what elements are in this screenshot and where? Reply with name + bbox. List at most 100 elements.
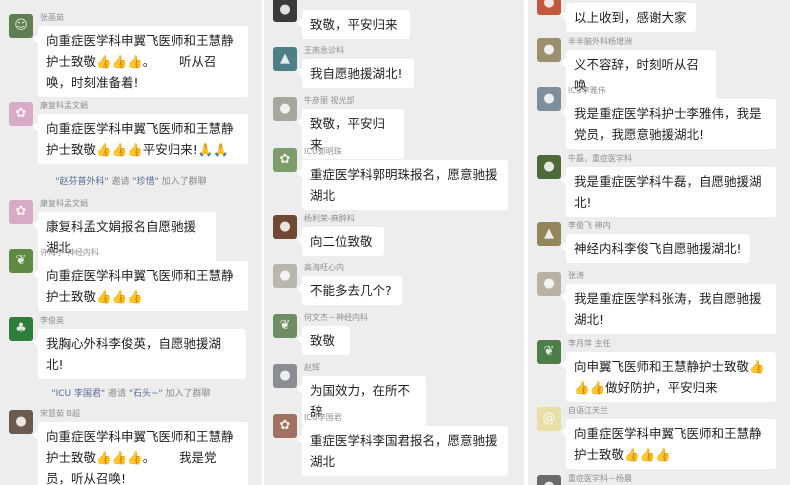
avatar[interactable]: ▲ (273, 47, 297, 71)
message-text: 向重症医学科申翼飞医师和王慧静 护士致敬👍👍👍 (574, 426, 762, 462)
avatar[interactable]: ● (273, 97, 297, 121)
avatar[interactable]: ♣ (9, 317, 33, 341)
avatar[interactable]: ● (273, 264, 297, 288)
sender-name: 自语江天兰 (568, 406, 608, 415)
flower-icon: ✿ (15, 204, 27, 219)
person-icon: ● (15, 414, 27, 429)
message-text: 向申翼飞医师和王慧静护士致敬👍 👍👍做好防护，平安归来 (574, 359, 765, 395)
message-bubble[interactable]: 致敬 (297, 326, 350, 355)
avatar[interactable]: ● (537, 475, 561, 485)
sender-name: ICU李雅伟 (568, 86, 606, 95)
avatar[interactable]: ✿ (273, 414, 297, 438)
sender-name: 重症医学科－杨晨 (568, 474, 632, 483)
sender-name: 许海宁-神经内科 (40, 248, 99, 257)
message-bubble[interactable]: 向重症医学科申翼飞医师和王慧静 护士致敬👍👍👍。 听从召 唤，时刻准备着! (33, 26, 248, 97)
avatar[interactable]: ❦ (273, 314, 297, 338)
message-bubble[interactable]: 我是重症医学科张涛，我自愿驰援 湖北! (561, 284, 776, 334)
avatar[interactable]: ● (273, 215, 297, 239)
chat-screenshot-middle[interactable]: ● 致敬，平安归来 ▲ 王燕急诊科 我自愿驰援湖北! ● 牛彦丽 视光部 致敬，平安归来 ✿ IC… (264, 0, 524, 485)
avatar[interactable]: ● (537, 87, 561, 111)
sender-name: 高海旺心内 (304, 263, 344, 272)
flower-icon: ✿ (279, 418, 291, 433)
message-bubble[interactable]: 致敬，平安归来 (297, 10, 410, 39)
avatar[interactable]: ● (273, 0, 297, 22)
sender-name: 王燕急诊科 (304, 46, 344, 55)
flower-icon: ✿ (15, 106, 27, 121)
avatar[interactable]: ● (537, 155, 561, 179)
avatar[interactable]: ● (537, 0, 561, 15)
system-notice-name[interactable]: "珍惜" (132, 177, 158, 187)
system-notice-action: 加入了群聊 (162, 389, 211, 399)
avatar[interactable]: ▲ (537, 222, 561, 246)
message-bubble[interactable]: 向二位致敬 (297, 227, 384, 256)
message-bubble[interactable]: 向重症医学科申翼飞医师和王慧静 护士致敬👍👍👍。 我是党 员，听从召唤! (33, 422, 248, 485)
avatar[interactable]: ☺ (9, 14, 33, 38)
person-icon: ● (279, 2, 291, 17)
sender-name: 何文杰－神经内科 (304, 313, 368, 322)
message-bubble[interactable]: 以上收到，感谢大家 (561, 3, 696, 32)
system-notice-name[interactable]: "ICU 李国君" (51, 389, 105, 399)
avatar[interactable]: ❦ (9, 249, 33, 273)
sender-name: 康复科孟文娟 (40, 199, 88, 208)
avatar[interactable]: ✿ (9, 102, 33, 126)
system-notice-action: 邀请 (105, 389, 129, 399)
sender-name: 宋慧茹 B超 (40, 409, 81, 418)
sender-name: 张菡茹 (40, 13, 64, 22)
message-bubble[interactable]: 我胸心外科李俊英，自愿驰援湖 北! (33, 329, 246, 379)
message-text: 不能多去几个? (310, 283, 392, 298)
person-icon: ● (543, 276, 555, 291)
system-notice-name[interactable]: "石头~" (129, 389, 163, 399)
person-icon: ● (543, 0, 555, 10)
message-bubble[interactable]: 向申翼飞医师和王慧静护士致敬👍 👍👍做好防护，平安归来 (561, 352, 776, 402)
leaf-icon: ❦ (279, 318, 291, 333)
message-bubble[interactable]: 向重症医学科申翼飞医师和王慧静 护士致敬👍👍👍平安归来!🙏🙏 (33, 114, 248, 164)
message-text: 我自愿驰援湖北! (310, 66, 403, 81)
sender-name: 半半脑外科杨增洲 (568, 37, 632, 46)
avatar[interactable]: ✿ (273, 148, 297, 172)
flower-icon: ✿ (279, 152, 291, 167)
message-text: 神经内科李俊飞自愿驰援湖北! (574, 241, 742, 256)
avatar[interactable]: ● (9, 410, 33, 434)
message-bubble[interactable]: 神经内科李俊飞自愿驰援湖北! (561, 234, 750, 263)
message-bubble[interactable]: 向重症医学科申翼飞医师和王慧静 护士致敬👍👍👍 (561, 419, 776, 469)
message-text: 向重症医学科申翼飞医师和王慧静 护士致敬👍👍👍平安归来!🙏🙏 (46, 121, 234, 157)
message-text: 重症医学科李国君报名，愿意驰援 湖北 (310, 433, 498, 469)
sender-name: 牛磊，重症医学科 (568, 154, 632, 163)
sender-name: 李俊英 (40, 316, 64, 325)
system-notice-text: "赵芬普外科" 邀请 "珍惜" 加入了群聊 (0, 174, 262, 187)
chat-screenshot-left[interactable]: ☺ 张菡茹向重症医学科申翼飞医师和王慧静 护士致敬👍👍👍。 听从召 唤，时刻准备着… (0, 0, 262, 485)
system-notice-action: 加入了群聊 (158, 177, 207, 187)
avatar[interactable]: ● (537, 272, 561, 296)
message-bubble[interactable]: 重症医学科李国君报名，愿意驰援 湖北 (297, 426, 508, 476)
leaf-icon: ❦ (15, 253, 27, 268)
message-text: 致敬，平安归来 (310, 17, 398, 32)
message-text: 向重症医学科申翼飞医师和王慧静 护士致敬👍👍👍。 我是党 员，听从召唤! (46, 429, 234, 485)
avatar[interactable]: ● (273, 364, 297, 388)
person-icon: ● (279, 368, 291, 383)
person-icon: ● (543, 42, 555, 57)
sender-name: ICU郭明珠 (304, 147, 342, 156)
avatar[interactable]: ● (537, 38, 561, 62)
message-bubble[interactable]: 我自愿驰援湖北! (297, 59, 414, 88)
system-notice-text: "ICU 李国君" 邀请 "石头~" 加入了群聊 (0, 386, 262, 399)
sender-name: 牛彦丽 视光部 (304, 96, 355, 105)
message-bubble[interactable]: 我是重症医学科牛磊，自愿驰援湖 北! (561, 167, 776, 217)
message-bubble[interactable]: 重症医学科郭明珠报名，愿意驰援 湖北 (297, 160, 508, 210)
mask-icon: ☺ (14, 18, 28, 33)
chat-screenshot-right[interactable]: ● 以上收到，感谢大家 ● 半半脑外科杨增洲 义不容辞，时刻听从召唤 ● ICU李雅伟 我是重… (528, 0, 790, 485)
sender-name: 李月萍 主任 (568, 339, 611, 348)
person-icon: ● (279, 101, 291, 116)
avatar[interactable]: ❦ (537, 340, 561, 364)
message-bubble[interactable]: 我是重症医学科护士李雅伟，我是 党员，我愿意驰援湖北! (561, 99, 776, 149)
person-icon: ● (279, 268, 291, 283)
avatar[interactable]: ✿ (9, 200, 33, 224)
tree-icon: ♣ (15, 321, 27, 336)
avatar[interactable]: @ (537, 407, 561, 431)
system-notice-name[interactable]: "赵芬普外科" (55, 177, 108, 187)
sender-name: 李俊飞 神内 (568, 221, 611, 230)
landscape-icon: ▲ (544, 226, 554, 241)
message-bubble[interactable]: 不能多去几个? (297, 276, 402, 305)
sender-name: ICU李国君 (304, 413, 342, 422)
system-notice-action: 邀请 (108, 177, 133, 187)
message-bubble[interactable]: 向重症医学科申翼飞医师和王慧静 护士致敬👍👍👍 (33, 261, 248, 311)
